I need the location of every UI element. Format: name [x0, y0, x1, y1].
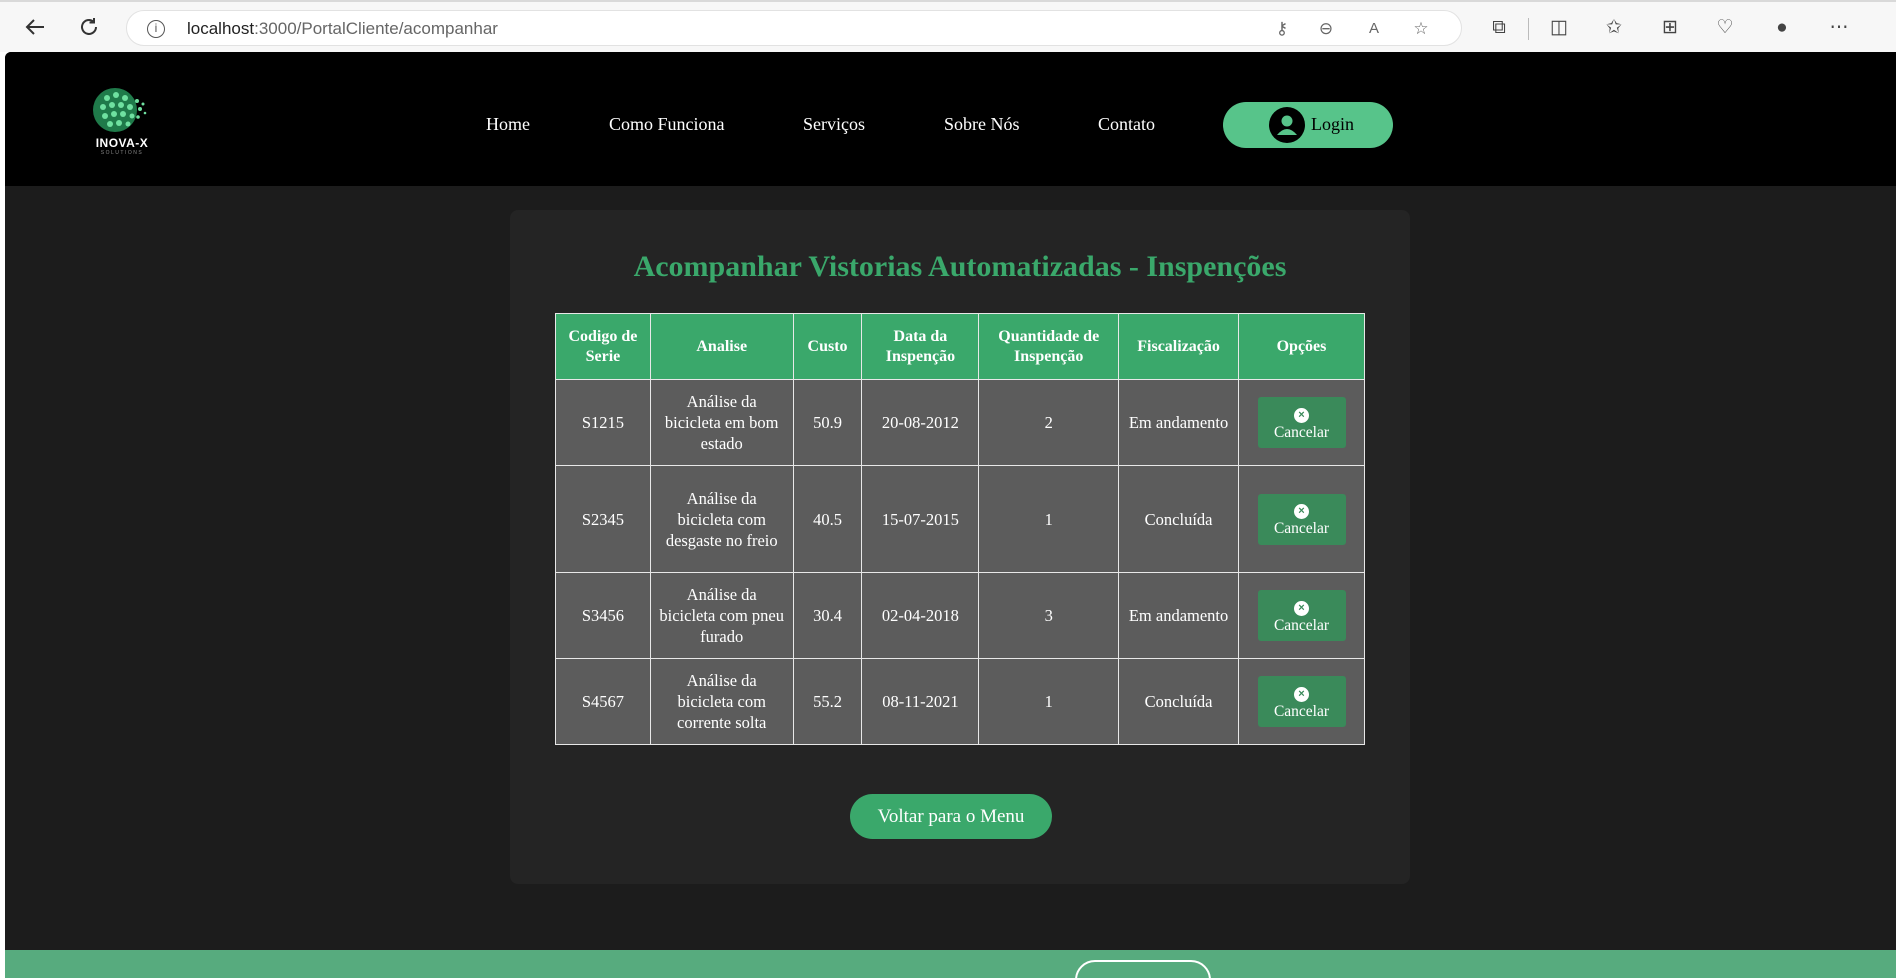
zoom-out-icon[interactable]: ⊖ — [1315, 18, 1337, 40]
back-to-menu-button[interactable]: Voltar para o Menu — [850, 794, 1052, 839]
column-header: Custo — [792, 313, 863, 380]
cell-options: × Cancelar — [1238, 572, 1365, 659]
table-row: S3456 Análise da bicicleta com pneu fura… — [555, 572, 1365, 659]
cancel-label: Cancelar — [1273, 616, 1330, 634]
column-header: Opções — [1238, 313, 1365, 380]
inspections-card: Acompanhar Vistorias Automatizadas - Ins… — [510, 210, 1410, 884]
logo-subtext: SOLUTIONS — [100, 150, 144, 156]
cell-status: Concluída — [1118, 465, 1240, 573]
login-label: Login — [1311, 114, 1354, 134]
arrow-left-icon[interactable] — [20, 12, 50, 42]
site-footer — [5, 950, 1896, 978]
close-circle-icon: × — [1294, 407, 1309, 423]
cancel-button[interactable]: × Cancelar — [1257, 676, 1346, 727]
collections-icon[interactable]: ⊞ — [1657, 15, 1683, 41]
nav-como-funciona[interactable]: Como Funciona — [609, 114, 725, 135]
reload-icon[interactable] — [74, 12, 104, 42]
cell-cost: 40.5 — [792, 465, 863, 573]
table-row: S1215 Análise da bicicleta em bom estado… — [555, 379, 1365, 466]
star-icon[interactable]: ☆ — [1410, 18, 1432, 40]
user-avatar-icon — [1269, 107, 1305, 143]
cell-quantity: 1 — [978, 465, 1120, 573]
cancel-label: Cancelar — [1273, 702, 1330, 720]
cell-analysis: Análise da bicicleta com desgaste no fre… — [649, 465, 794, 573]
column-header: Fiscalização — [1118, 313, 1240, 380]
cell-analysis: Análise da bicicleta com corrente solta — [649, 658, 794, 745]
column-header: Data da Inspenção — [861, 313, 980, 380]
table-header-row: Codigo de Serie Analise Custo Data da In… — [555, 313, 1365, 380]
cell-cost: 30.4 — [792, 572, 863, 659]
close-circle-icon: × — [1294, 504, 1309, 519]
cell-date: 08-11-2021 — [861, 658, 980, 745]
column-header: Analise — [649, 313, 794, 380]
toolbar-divider — [1528, 18, 1529, 40]
split-screen-icon[interactable]: ◫ — [1546, 15, 1572, 41]
logo-globe-icon — [93, 88, 147, 132]
cell-code: S1215 — [555, 379, 651, 466]
browser-toolbar: i localhost:3000/PortalCliente/acompanha… — [0, 0, 1896, 52]
cell-status: Em andamento — [1118, 379, 1240, 466]
cell-cost: 55.2 — [792, 658, 863, 745]
key-icon[interactable]: ⚷ — [1271, 18, 1293, 40]
close-circle-icon: × — [1294, 600, 1309, 616]
url-path: :3000/PortalCliente/acompanhar — [254, 19, 498, 38]
cancel-button[interactable]: × Cancelar — [1257, 397, 1346, 448]
nav-home[interactable]: Home — [486, 114, 530, 135]
cell-date: 20-08-2012 — [861, 379, 980, 466]
cell-quantity: 3 — [978, 572, 1120, 659]
column-header: Quantidade de Inspenção — [978, 313, 1120, 380]
nav-contato[interactable]: Contato — [1098, 114, 1155, 135]
url-text[interactable]: localhost:3000/PortalCliente/acompanhar — [187, 19, 498, 39]
favorites-icon[interactable]: ✩ — [1601, 15, 1627, 41]
cell-options: × Cancelar — [1238, 379, 1365, 466]
footer-button[interactable] — [1075, 960, 1211, 978]
cell-analysis: Análise da bicicleta com pneu furado — [649, 572, 794, 659]
more-icon[interactable]: ⋯ — [1826, 15, 1852, 41]
page-title: Acompanhar Vistorias Automatizadas - Ins… — [633, 250, 1287, 283]
cancel-button[interactable]: × Cancelar — [1257, 493, 1346, 545]
cancel-label: Cancelar — [1273, 423, 1330, 441]
cell-code: S3456 — [555, 572, 651, 659]
site-logo[interactable]: INOVA-X SOLUTIONS — [85, 84, 165, 160]
cancel-label: Cancelar — [1273, 520, 1330, 537]
nav-servicos[interactable]: Serviços — [803, 114, 865, 135]
page-viewport: INOVA-X SOLUTIONS Home Como Funciona Ser… — [5, 52, 1896, 978]
browser-essentials-icon[interactable]: ♡ — [1712, 15, 1738, 41]
cell-options: × Cancelar — [1238, 658, 1365, 745]
login-button[interactable]: Login — [1223, 102, 1393, 148]
cell-status: Em andamento — [1118, 572, 1240, 659]
cell-date: 15-07-2015 — [861, 465, 980, 573]
cell-code: S4567 — [555, 658, 651, 745]
profile-icon[interactable]: ● — [1769, 15, 1795, 41]
site-header: INOVA-X SOLUTIONS Home Como Funciona Ser… — [5, 52, 1896, 186]
info-icon[interactable]: i — [147, 20, 165, 38]
cell-cost: 50.9 — [792, 379, 863, 466]
close-circle-icon: × — [1294, 686, 1309, 702]
column-header: Codigo de Serie — [555, 313, 651, 380]
nav-sobre-nos[interactable]: Sobre Nós — [944, 114, 1020, 135]
address-bar[interactable]: i localhost:3000/PortalCliente/acompanha… — [126, 10, 1462, 46]
cancel-button[interactable]: × Cancelar — [1257, 590, 1346, 641]
cell-date: 02-04-2018 — [861, 572, 980, 659]
puzzle-icon[interactable]: ⧉ — [1486, 15, 1512, 41]
cell-quantity: 1 — [978, 658, 1120, 745]
logo-text: INOVA-X — [95, 136, 149, 150]
cell-quantity: 2 — [978, 379, 1120, 466]
cell-analysis: Análise da bicicleta em bom estado — [649, 379, 794, 466]
table-row: S2345 Análise da bicicleta com desgaste … — [555, 465, 1365, 573]
read-aloud-icon[interactable]: A — [1363, 18, 1385, 40]
inspections-table: Codigo de Serie Analise Custo Data da In… — [555, 313, 1365, 745]
cell-options: × Cancelar — [1238, 465, 1365, 573]
cell-code: S2345 — [555, 465, 651, 573]
table-row: S4567 Análise da bicicleta com corrente … — [555, 658, 1365, 745]
cell-status: Concluída — [1118, 658, 1240, 745]
url-host: localhost — [187, 19, 255, 38]
